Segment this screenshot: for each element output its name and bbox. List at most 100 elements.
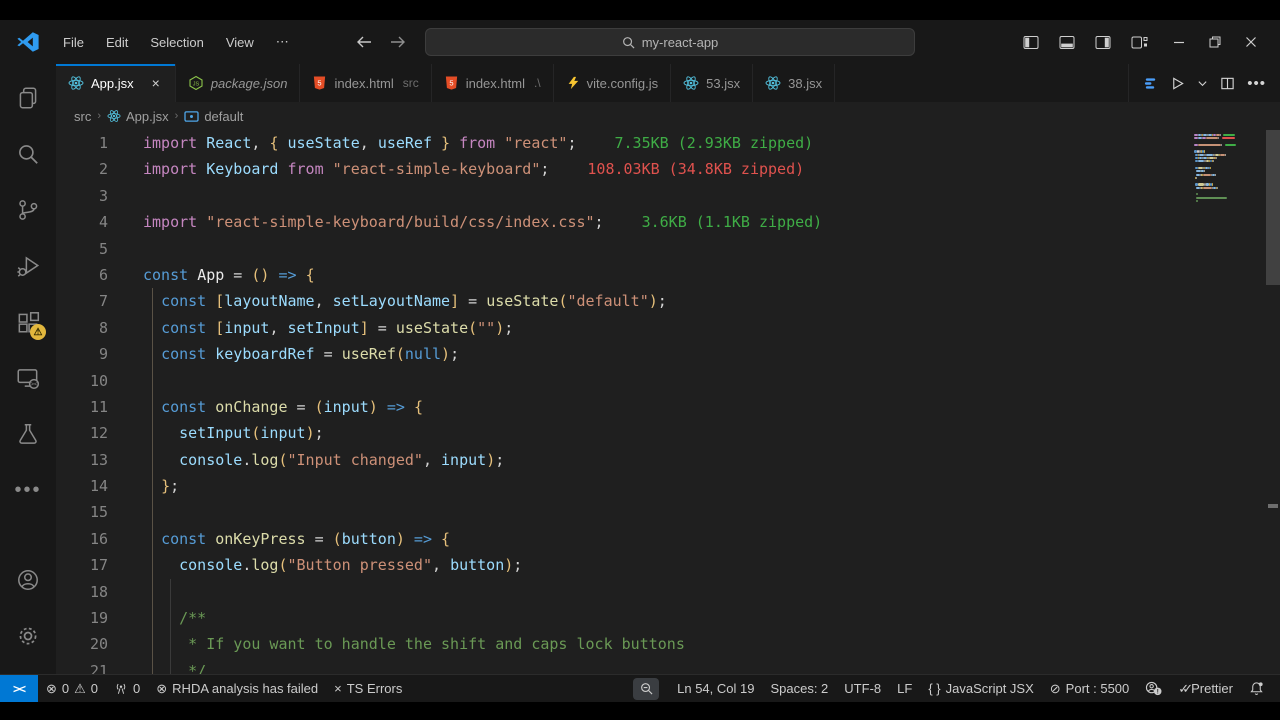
code-line[interactable]: 2 import Keyboard from "react-simple-keyb… [56, 156, 1280, 182]
history-forward-icon[interactable] [389, 34, 407, 50]
code-line[interactable]: 20 * If you want to handle the shift and… [56, 631, 1280, 657]
extension-lines-icon[interactable] [1143, 76, 1158, 91]
tab-close-icon[interactable]: × [149, 74, 163, 92]
minimap[interactable] [1194, 134, 1258, 203]
menu-edit[interactable]: Edit [97, 31, 137, 54]
code-line[interactable]: 6 const App = () => { [56, 262, 1280, 288]
encoding-status[interactable]: UTF-8 [836, 675, 889, 702]
extensions-warning-badge: ⚠ [30, 324, 46, 340]
source-control-icon[interactable] [4, 186, 52, 234]
zoom-status-button[interactable] [633, 677, 660, 700]
remote-indicator[interactable]: >< [0, 675, 38, 702]
language-mode[interactable]: { } JavaScript JSX [920, 675, 1041, 702]
code-line[interactable]: 14 }; [56, 473, 1280, 499]
tab-app-jsx[interactable]: App.jsx × [56, 64, 176, 102]
tab-index-html-root[interactable]: 5 index.html .\ [432, 64, 554, 102]
cursor-position[interactable]: Ln 54, Col 19 [669, 675, 762, 702]
rhda-status[interactable]: ⊗ RHDA analysis has failed [148, 675, 326, 702]
line-number: 13 [89, 450, 108, 469]
more-actions-icon[interactable]: ••• [1247, 75, 1266, 92]
search-icon [622, 36, 635, 48]
run-debug-icon[interactable] [4, 242, 52, 290]
line-number: 19 [89, 609, 108, 628]
code-line[interactable]: 4 import "react-simple-keyboard/build/css… [56, 209, 1280, 235]
eol-status[interactable]: LF [889, 675, 920, 702]
tab-bar: App.jsx × JS package.json 5 index.html s… [56, 64, 1280, 102]
indent-guide [170, 579, 171, 674]
indentation-status[interactable]: Spaces: 2 [762, 675, 836, 702]
run-dropdown-chevron-icon[interactable] [1197, 78, 1208, 89]
code-line[interactable]: 9 const keyboardRef = useRef(null); [56, 341, 1280, 367]
breadcrumb: src › App.jsx › default [56, 102, 1280, 130]
breadcrumb-file[interactable]: App.jsx [107, 109, 169, 124]
history-back-icon[interactable] [355, 34, 373, 50]
html5-icon: 5 [314, 76, 326, 90]
code-line[interactable]: 1 import React, { useState, useRef } from… [56, 130, 1280, 156]
code-line[interactable]: 3 [56, 183, 1280, 209]
explorer-icon[interactable] [4, 74, 52, 122]
menu-file[interactable]: File [54, 31, 93, 54]
code-line[interactable]: 17 console.log("Button pressed", button)… [56, 552, 1280, 578]
tab-38-jsx[interactable]: 38.jsx [753, 64, 836, 102]
more-views-icon[interactable]: ••• [4, 466, 52, 514]
code-line[interactable]: 19 /** [56, 605, 1280, 631]
code-line[interactable]: 18 [56, 579, 1280, 605]
symbol-default-icon [184, 110, 199, 122]
code-line[interactable]: 15 [56, 499, 1280, 525]
account-alert-status[interactable]: ! [1137, 675, 1170, 702]
notifications-status[interactable] [1241, 675, 1272, 702]
prettier-status[interactable]: ✓✓ Prettier [1170, 675, 1241, 702]
menu-more[interactable]: ⋯ [267, 30, 298, 54]
run-file-icon[interactable] [1170, 76, 1185, 91]
minimize-window-icon[interactable] [1164, 27, 1194, 57]
overview-ruler-mark [1268, 504, 1278, 508]
command-center-search[interactable]: my-react-app [425, 28, 915, 56]
testing-icon[interactable] [4, 410, 52, 458]
code-line[interactable]: 16 const onKeyPress = (button) => { [56, 526, 1280, 552]
toggle-primary-sidebar-icon[interactable] [1016, 27, 1046, 57]
toggle-panel-icon[interactable] [1052, 27, 1082, 57]
vscode-window: File Edit Selection View ⋯ my-react-app [0, 20, 1280, 702]
search-sidebar-icon[interactable] [4, 130, 52, 178]
restore-window-icon[interactable] [1200, 27, 1230, 57]
close-window-icon[interactable] [1236, 27, 1266, 57]
code-line[interactable]: 7 const [layoutName, setLayoutName] = us… [56, 288, 1280, 314]
svg-text:5: 5 [318, 79, 322, 88]
vertical-scrollbar[interactable] [1266, 130, 1280, 285]
chevron-right-icon: › [97, 110, 102, 122]
ts-errors-status[interactable]: × TS Errors [326, 675, 410, 702]
code-editor[interactable]: 1 import React, { useState, useRef } from… [56, 130, 1280, 674]
menu-selection[interactable]: Selection [141, 31, 212, 54]
ports-status[interactable]: 0 [106, 675, 148, 702]
react-icon [107, 110, 121, 122]
tab-vite-config[interactable]: vite.config.js [554, 64, 672, 102]
code-line[interactable]: 11 const onChange = (input) => { [56, 394, 1280, 420]
code-line[interactable]: 21 */ [56, 658, 1280, 674]
error-icon: ⊗ [46, 680, 57, 696]
breadcrumb-symbol[interactable]: default [184, 109, 243, 124]
breadcrumb-src[interactable]: src [74, 109, 91, 124]
tab-label: index.html [334, 75, 394, 91]
tab-package-json[interactable]: JS package.json [176, 64, 301, 102]
split-editor-icon[interactable] [1220, 76, 1235, 91]
settings-gear-icon[interactable] [4, 612, 52, 660]
extensions-icon[interactable]: ⚠ [4, 298, 52, 346]
tab-53-jsx[interactable]: 53.jsx [671, 64, 754, 102]
line-number: 20 [89, 635, 108, 654]
account-icon[interactable] [4, 556, 52, 604]
code-line[interactable]: 8 const [input, setInput] = useState("")… [56, 315, 1280, 341]
code-line[interactable]: 10 [56, 368, 1280, 394]
code-line[interactable]: 12 setInput(input); [56, 420, 1280, 446]
toggle-secondary-sidebar-icon[interactable] [1088, 27, 1118, 57]
remote-explorer-icon[interactable]: >< [4, 354, 52, 402]
code-line[interactable]: 13 console.log("Input changed", input); [56, 447, 1280, 473]
problems-status[interactable]: ⊗ 0 ⚠ 0 [38, 675, 106, 702]
code-line[interactable]: 5 [56, 236, 1280, 262]
live-server-port[interactable]: ⊘ Port : 5500 [1042, 675, 1138, 702]
customize-layout-icon[interactable] [1124, 27, 1154, 57]
menu-view[interactable]: View [217, 31, 263, 54]
tab-index-html-src[interactable]: 5 index.html src [300, 64, 432, 102]
line-number: 12 [89, 424, 108, 443]
